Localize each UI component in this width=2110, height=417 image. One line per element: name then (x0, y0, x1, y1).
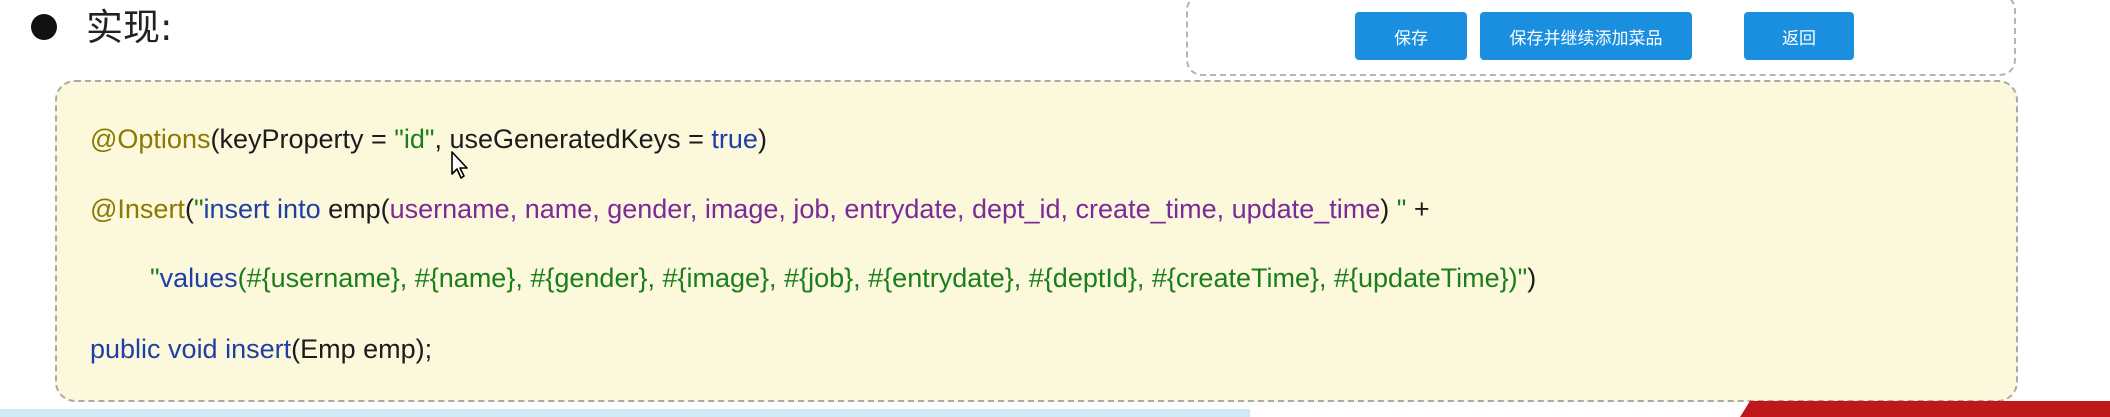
code-line-options: @Options(keyProperty = "id", useGenerate… (90, 124, 767, 155)
code-text: emp( (320, 194, 390, 224)
section-heading: 实现: (86, 6, 173, 49)
code-text: (Emp emp); (291, 334, 433, 364)
mouse-cursor-icon (451, 151, 468, 179)
code-text: ) (757, 124, 767, 154)
back-button[interactable]: 返回 (1744, 12, 1854, 60)
save-and-continue-button[interactable]: 保存并继续添加菜品 (1480, 12, 1692, 60)
red-banner (1740, 401, 2110, 417)
code-line-insert: @Insert("insert into emp(username, name,… (90, 194, 1430, 225)
string-token: " (150, 263, 160, 293)
annotation-token: @Insert (90, 194, 185, 224)
keyword-token: true (711, 124, 758, 154)
bottom-strip (0, 409, 1250, 417)
code-text: (keyProperty = (210, 124, 395, 154)
code-text: ( (184, 194, 194, 224)
string-token: "id" (394, 124, 435, 154)
code-text: ) (1527, 263, 1537, 293)
string-token: " (193, 194, 204, 224)
code-text: ) (1380, 194, 1390, 224)
save-button[interactable]: 保存 (1355, 12, 1467, 60)
string-token: " (1389, 194, 1407, 224)
code-line-method: public void insert(Emp emp); (90, 334, 432, 365)
keyword-token: public void insert (90, 334, 292, 364)
values-token: (#{username}, #{name}, #{gender}, #{imag… (237, 263, 1528, 293)
code-text: + (1406, 194, 1430, 224)
keyword-token: values (159, 263, 238, 293)
code-text: , useGeneratedKeys = (434, 124, 712, 154)
bullet-icon (31, 14, 57, 40)
annotation-token: @Options (90, 124, 211, 154)
code-line-values: "values(#{username}, #{name}, #{gender},… (150, 263, 1536, 294)
keyword-token: insert into (203, 194, 321, 224)
code-block: @Options(keyProperty = "id", useGenerate… (55, 80, 2018, 402)
columns-token: username, name, gender, image, job, entr… (389, 194, 1381, 224)
